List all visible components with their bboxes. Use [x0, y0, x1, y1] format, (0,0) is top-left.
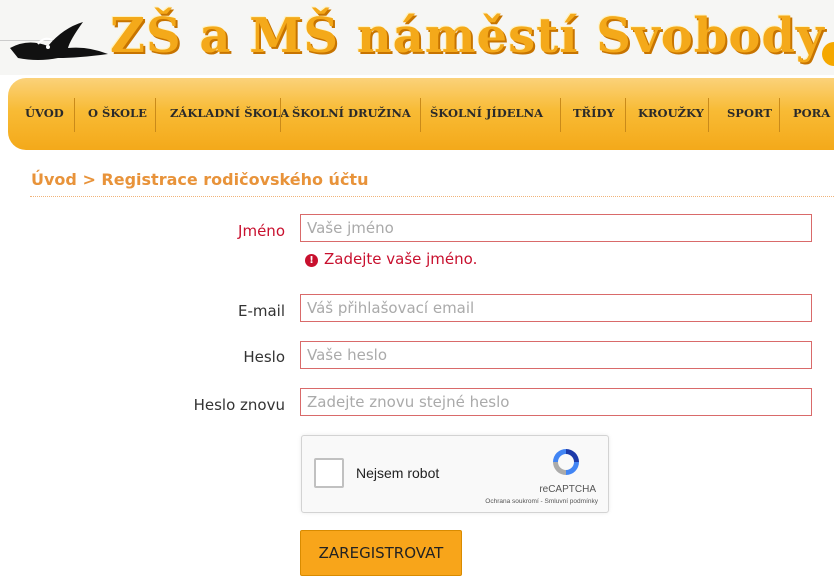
name-input[interactable]: [300, 214, 812, 242]
nav-separator: [708, 98, 709, 132]
name-error: ! Zadejte vaše jméno.: [305, 250, 477, 268]
name-label: Jméno: [238, 222, 285, 240]
nav-item-zakladni-skola[interactable]: ZÁKLADNÍ ŠKOLA: [170, 106, 289, 120]
recaptcha-brand: reCAPTCHA: [539, 484, 596, 495]
recaptcha-links[interactable]: Ochrana soukromí - Smluvní podmínky: [485, 498, 598, 505]
nav-item-o-skole[interactable]: O ŠKOLE: [88, 106, 147, 120]
recaptcha-label: Nejsem robot: [356, 465, 440, 481]
nav-item-uvod[interactable]: ÚVOD: [25, 106, 64, 120]
nav-separator: [420, 98, 421, 132]
password-again-label: Heslo znovu: [193, 396, 285, 414]
nav-item-sport[interactable]: SPORT: [727, 106, 772, 120]
nav-separator: [155, 98, 156, 132]
password-again-input[interactable]: [300, 388, 812, 416]
nav-item-skolni-jidelna[interactable]: ŠKOLNÍ JÍDELNA: [430, 106, 543, 120]
main-nav: ÚVOD O ŠKOLE ZÁKLADNÍ ŠKOLA ŠKOLNÍ DRUŽI…: [8, 78, 834, 150]
recaptcha-logo-icon: [553, 449, 579, 475]
name-error-text: Zadejte vaše jméno.: [324, 250, 478, 268]
nav-item-poradna[interactable]: PORA: [793, 106, 830, 120]
nav-separator: [779, 98, 780, 132]
password-input[interactable]: [300, 341, 812, 369]
breadcrumb-divider: [30, 196, 834, 197]
breadcrumb: Úvod > Registrace rodičovského účtu: [31, 170, 369, 189]
email-label: E-mail: [237, 302, 285, 320]
nav-item-skolni-druzina[interactable]: ŠKOLNÍ DRUŽINA: [292, 106, 411, 120]
bird-logo-icon[interactable]: [8, 18, 118, 68]
nav-separator: [74, 98, 75, 132]
error-icon: !: [305, 254, 318, 267]
nav-separator: [560, 98, 561, 132]
email-input[interactable]: [300, 294, 812, 322]
recaptcha-widget: Nejsem robot reCAPTCHA Ochrana soukromí …: [301, 435, 609, 513]
register-button[interactable]: ZAREGISTROVAT: [300, 530, 462, 576]
nav-separator: [625, 98, 626, 132]
site-header: ZŠ a MŠ náměstí Svobody 2 ÚVOD O ŠKOLE Z…: [0, 0, 834, 150]
nav-item-krouzky[interactable]: KROUŽKY: [638, 106, 704, 120]
site-title[interactable]: ZŠ a MŠ náměstí Svobody 2: [110, 8, 834, 64]
nav-separator: [280, 98, 281, 132]
nav-item-tridy[interactable]: TŘÍDY: [573, 106, 615, 120]
recaptcha-checkbox[interactable]: [314, 458, 344, 488]
password-label: Heslo: [243, 348, 285, 366]
